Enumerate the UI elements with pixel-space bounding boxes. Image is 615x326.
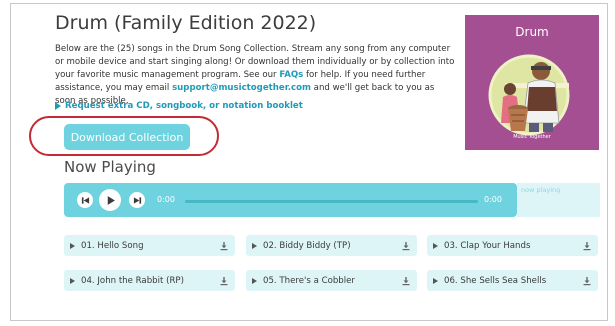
- request-extras-label: Request extra CD, songbook, or notation …: [65, 101, 303, 111]
- skip-forward-icon: [133, 196, 141, 204]
- play-arrow-icon: [55, 102, 61, 110]
- page-title: Drum (Family Edition 2022): [55, 12, 317, 34]
- download-collection-button[interactable]: Download Collection: [64, 124, 190, 150]
- play-icon: [433, 277, 438, 284]
- download-icon[interactable]: [219, 241, 229, 251]
- next-track-button[interactable]: [129, 192, 145, 208]
- song-item[interactable]: 05. There's a Cobbler: [246, 270, 417, 291]
- play-button[interactable]: [99, 189, 121, 211]
- album-cover: Drum Music Together: [465, 15, 599, 150]
- song-item[interactable]: 03. Clap Your Hands: [427, 235, 598, 256]
- song-title: 02. Biddy Biddy (TP): [263, 240, 351, 251]
- song-item[interactable]: 06. She Sells Sea Shells: [427, 270, 598, 291]
- song-title: 04. John the Rabbit (RP): [81, 275, 184, 286]
- play-icon: [252, 242, 257, 249]
- cover-brand: Music Together: [513, 134, 551, 140]
- request-extras-link[interactable]: Request extra CD, songbook, or notation …: [55, 101, 303, 111]
- song-item[interactable]: 02. Biddy Biddy (TP): [246, 235, 417, 256]
- play-icon: [433, 242, 438, 249]
- track-duration: 0:00: [484, 195, 502, 204]
- song-item[interactable]: 01. Hello Song: [64, 235, 235, 256]
- song-item[interactable]: 04. John the Rabbit (RP): [64, 270, 235, 291]
- cover-illustration: [488, 54, 570, 136]
- now-playing-heading: Now Playing: [64, 158, 156, 176]
- skip-back-icon: [81, 196, 89, 204]
- song-title: 06. She Sells Sea Shells: [444, 275, 547, 286]
- download-icon[interactable]: [582, 276, 592, 286]
- song-title: 05. There's a Cobbler: [263, 275, 355, 286]
- play-icon: [70, 242, 75, 249]
- previous-track-button[interactable]: [77, 192, 93, 208]
- faqs-link[interactable]: FAQs: [279, 70, 303, 80]
- progress-bar[interactable]: [185, 200, 478, 203]
- now-playing-status-text: now playing: [521, 186, 561, 194]
- play-icon: [107, 195, 115, 205]
- support-email-link[interactable]: support@musictogether.com: [172, 83, 311, 93]
- audio-player: 0:00 0:00: [64, 183, 517, 217]
- current-time: 0:00: [157, 195, 175, 204]
- album-description: Below are the (25) songs in the Drum Son…: [55, 43, 457, 108]
- song-title: 01. Hello Song: [81, 240, 144, 251]
- play-icon: [70, 277, 75, 284]
- download-icon[interactable]: [219, 276, 229, 286]
- download-icon[interactable]: [582, 241, 592, 251]
- download-icon[interactable]: [401, 276, 411, 286]
- download-icon[interactable]: [401, 241, 411, 251]
- play-icon: [252, 277, 257, 284]
- now-playing-status: now playing: [517, 183, 600, 217]
- song-title: 03. Clap Your Hands: [444, 240, 531, 251]
